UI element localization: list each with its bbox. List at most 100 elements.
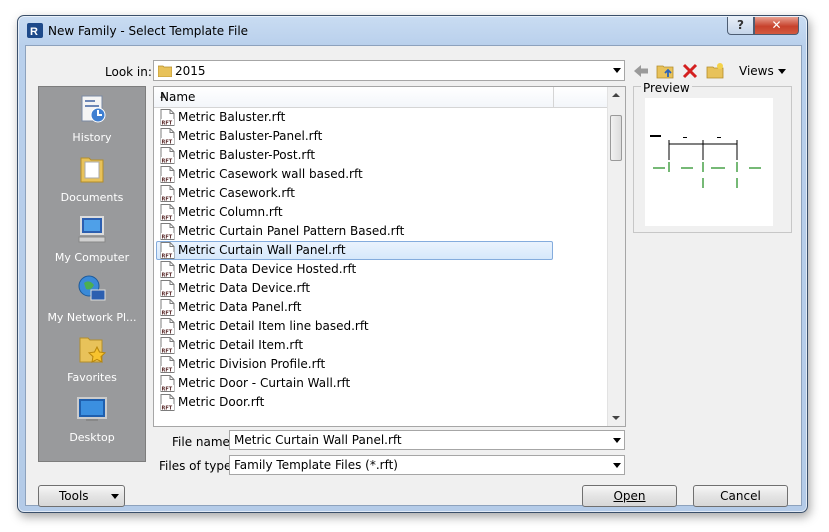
back-arrow-icon[interactable] <box>632 62 650 80</box>
svg-text:RFT: RFT <box>162 387 173 393</box>
file-row[interactable]: RFT Metric Baluster-Post.rft <box>154 146 553 165</box>
views-menu[interactable]: Views <box>739 64 774 78</box>
place-history[interactable]: History <box>39 93 145 144</box>
scroll-down-icon[interactable] <box>612 416 620 420</box>
file-row[interactable]: RFT Metric Curtain Wall Panel.rft <box>154 241 553 260</box>
file-row[interactable]: RFT Metric Door.rft <box>154 393 553 412</box>
file-name: Metric Baluster-Panel.rft <box>178 129 323 143</box>
svg-text:RFT: RFT <box>162 216 173 222</box>
svg-text:RFT: RFT <box>162 121 173 127</box>
look-in-label: Look in: <box>105 65 152 79</box>
rft-file-icon: RFT <box>160 147 175 164</box>
file-row[interactable]: RFT Metric Data Device Hosted.rft <box>154 260 553 279</box>
title-bar[interactable]: R New Family - Select Template File ? ✕ <box>18 16 807 44</box>
svg-text:RFT: RFT <box>162 178 173 184</box>
file-row[interactable]: RFT Metric Baluster.rft <box>154 108 553 127</box>
svg-text:R: R <box>30 26 38 38</box>
file-name: Metric Column.rft <box>178 205 283 219</box>
delete-icon[interactable] <box>681 62 699 80</box>
place-desktop[interactable]: Desktop <box>39 393 145 444</box>
new-folder-icon[interactable] <box>706 62 724 80</box>
views-chevron-icon[interactable] <box>778 69 786 74</box>
place-documents[interactable]: Documents <box>39 153 145 204</box>
file-name: Metric Door.rft <box>178 395 265 409</box>
place-my-computer[interactable]: My Computer <box>39 213 145 264</box>
scroll-up-icon[interactable] <box>612 93 620 97</box>
chevron-down-icon <box>111 494 119 499</box>
svg-text:RFT: RFT <box>162 406 173 412</box>
preview-panel <box>633 86 792 233</box>
file-name-input[interactable]: Metric Curtain Wall Panel.rft <box>229 430 625 450</box>
file-name: Metric Data Device.rft <box>178 281 311 295</box>
rft-file-icon: RFT <box>160 109 175 126</box>
folder-icon <box>158 65 172 77</box>
preview-label: Preview <box>641 81 692 95</box>
favorites-icon <box>79 337 107 363</box>
svg-text:RFT: RFT <box>162 349 173 355</box>
look-in-dropdown[interactable]: 2015 <box>153 60 625 81</box>
file-row[interactable]: RFT Metric Column.rft <box>154 203 553 222</box>
help-button[interactable]: ? <box>727 17 754 35</box>
column-header-name[interactable]: ▲ Name <box>154 87 554 108</box>
svg-text:RFT: RFT <box>162 368 173 374</box>
file-row[interactable]: RFT Metric Detail Item.rft <box>154 336 553 355</box>
chevron-down-icon[interactable] <box>613 463 621 468</box>
place-label: Documents <box>60 191 124 204</box>
rft-file-icon: RFT <box>160 185 175 202</box>
cancel-label: Cancel <box>720 489 761 503</box>
place-label: My Computer <box>54 251 130 264</box>
network-icon <box>78 275 106 301</box>
dialog-client: Look in: 2015 Views History Documents My… <box>25 45 802 507</box>
file-name: Metric Detail Item.rft <box>178 338 304 352</box>
tools-button[interactable]: Tools <box>38 485 125 507</box>
rft-file-icon: RFT <box>160 356 175 373</box>
vertical-scrollbar[interactable] <box>607 87 625 426</box>
file-name-value: Metric Curtain Wall Panel.rft <box>234 433 402 447</box>
svg-text:RFT: RFT <box>162 330 173 336</box>
scroll-thumb[interactable] <box>610 115 622 161</box>
file-row[interactable]: RFT Metric Data Device.rft <box>154 279 553 298</box>
svg-text:RFT: RFT <box>162 235 173 241</box>
file-row[interactable]: RFT Metric Data Panel.rft <box>154 298 553 317</box>
file-row[interactable]: RFT Metric Detail Item line based.rft <box>154 317 553 336</box>
open-button[interactable]: Open <box>582 485 677 507</box>
file-type-label: Files of type: <box>159 459 236 473</box>
svg-text:RFT: RFT <box>162 159 173 165</box>
cancel-button[interactable]: Cancel <box>693 485 788 507</box>
close-button[interactable]: ✕ <box>754 17 799 35</box>
file-name: Metric Curtain Panel Pattern Based.rft <box>178 224 405 238</box>
file-row[interactable]: RFT Metric Casework.rft <box>154 184 553 203</box>
file-name: Metric Casework wall based.rft <box>178 167 363 181</box>
column-header-filler <box>554 87 608 108</box>
desktop-icon <box>77 397 107 421</box>
documents-icon <box>80 157 104 183</box>
file-rows: RFT Metric Baluster.rft RFT Metric Baluster… <box>154 108 608 412</box>
svg-text:RFT: RFT <box>162 292 173 298</box>
rft-file-icon: RFT <box>160 299 175 316</box>
chevron-down-icon[interactable] <box>613 438 621 443</box>
svg-text:RFT: RFT <box>162 197 173 203</box>
file-type-dropdown[interactable]: Family Template Files (*.rft) <box>229 455 625 475</box>
dialog-window: R New Family - Select Template File ? ✕ … <box>17 15 808 513</box>
place-label: Favorites <box>67 371 117 384</box>
file-row[interactable]: RFT Metric Division Profile.rft <box>154 355 553 374</box>
tools-label: Tools <box>59 489 89 503</box>
file-name: Metric Baluster-Post.rft <box>178 148 316 162</box>
up-one-level-icon[interactable] <box>656 62 674 80</box>
file-name: Metric Baluster.rft <box>178 110 286 124</box>
file-row[interactable]: RFT Metric Door - Curtain Wall.rft <box>154 374 553 393</box>
chevron-down-icon[interactable] <box>613 68 621 73</box>
file-list[interactable]: ▲ Name RFT Metric Baluster.rft RFT Metric B… <box>153 86 626 427</box>
rft-file-icon: RFT <box>160 280 175 297</box>
column-header-label: Name <box>160 90 196 104</box>
place-network[interactable]: My Network Pl... <box>39 273 145 324</box>
rft-file-icon: RFT <box>160 223 175 240</box>
file-row[interactable]: RFT Metric Curtain Panel Pattern Based.rf… <box>154 222 553 241</box>
window-title: New Family - Select Template File <box>48 24 249 38</box>
file-row[interactable]: RFT Metric Baluster-Panel.rft <box>154 127 553 146</box>
file-name: Metric Casework.rft <box>178 186 295 200</box>
place-favorites[interactable]: Favorites <box>39 333 145 384</box>
rft-file-icon: RFT <box>160 242 175 259</box>
file-type-value: Family Template Files (*.rft) <box>234 458 398 472</box>
file-row[interactable]: RFT Metric Casework wall based.rft <box>154 165 553 184</box>
